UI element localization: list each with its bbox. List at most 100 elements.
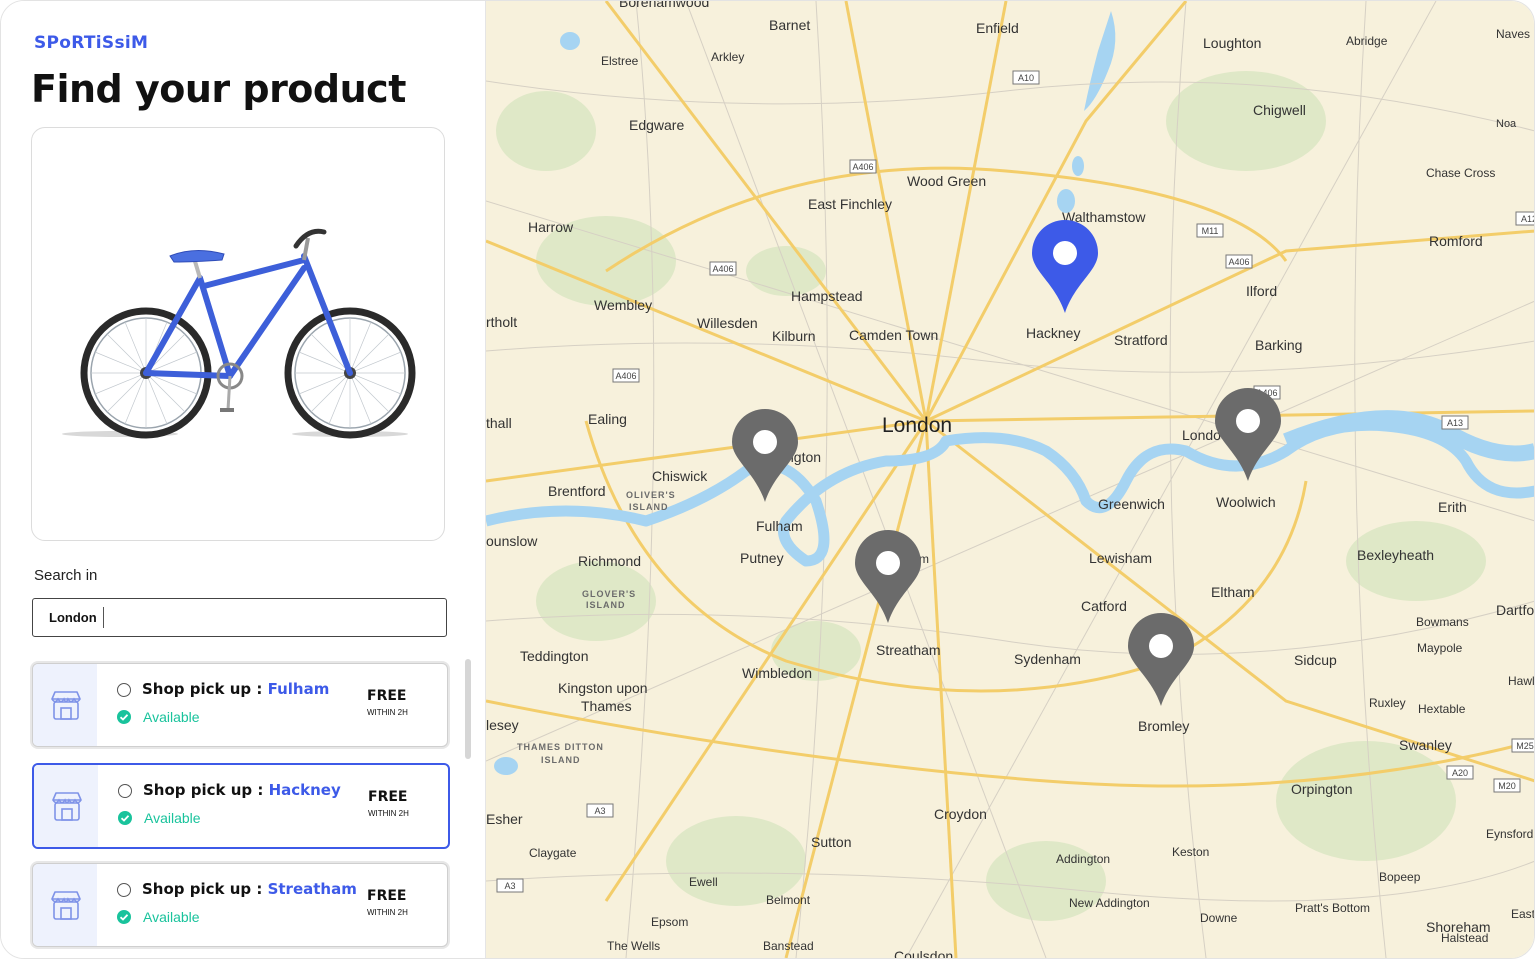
road-shield: M25 <box>1511 738 1534 753</box>
map-place-label: Bromley <box>1138 718 1189 734</box>
svg-text:A20: A20 <box>1452 768 1468 778</box>
shop-city: Fulham <box>267 680 330 698</box>
map-place-label: Coulsdon <box>894 948 953 958</box>
shop-thumbnail <box>33 664 97 746</box>
map-pin-icon[interactable] <box>1032 220 1098 313</box>
map-pin-icon[interactable] <box>732 409 798 502</box>
map-place-label: Banstead <box>763 939 814 953</box>
shop-option-streatham[interactable]: Shop pick up : Streatham Available FREE … <box>32 863 448 947</box>
brand-logo[interactable]: SPoRTiSsiM <box>34 33 148 53</box>
svg-text:A406: A406 <box>1228 257 1249 267</box>
shop-radio-button[interactable] <box>117 883 131 897</box>
map-place-label: Kingston upon <box>558 680 648 696</box>
map-island-label: THAMES DITTON <box>517 742 604 752</box>
map-place-label: Edgware <box>629 117 684 133</box>
map-place-label: Ealing <box>588 411 627 427</box>
map-place-label: Enfield <box>976 20 1019 36</box>
map-place-label: Elstree <box>601 54 639 68</box>
shop-city: Hackney <box>268 781 341 799</box>
svg-text:A406: A406 <box>615 371 636 381</box>
map-place-label: Streatham <box>876 642 941 658</box>
map-place-label: Putney <box>740 550 784 566</box>
storefront-icon <box>51 891 81 920</box>
map-place-label: Ewell <box>689 875 718 889</box>
map-place-label: Downe <box>1200 911 1238 925</box>
map-place-label: Willesden <box>697 315 758 331</box>
shop-radio-button[interactable] <box>117 683 131 697</box>
svg-text:A12: A12 <box>1521 214 1535 224</box>
map-place-label: Hampstead <box>791 288 863 304</box>
map-place-label: Keston <box>1172 845 1209 859</box>
map-place-label: Erith <box>1438 499 1467 515</box>
product-image-card <box>31 127 445 541</box>
map-pin-icon[interactable] <box>855 530 921 623</box>
road-shield: M20 <box>1493 778 1521 793</box>
road-shield: A20 <box>1446 765 1474 780</box>
shop-name: Shop pick up : Streatham <box>142 880 357 898</box>
storefront-icon <box>51 691 81 720</box>
shop-name: Shop pick up : Hackney <box>143 781 341 799</box>
map-place-label: Stratford <box>1114 332 1168 348</box>
map-pin-icon[interactable] <box>1128 613 1194 706</box>
map-place-label: Arkley <box>711 50 744 64</box>
map-place-label: Barking <box>1255 337 1302 353</box>
map-view[interactable]: Borehamwood Barnet Enfield Loughton Abridge N… <box>485 1 1535 958</box>
map-place-label: Hextable <box>1418 702 1466 716</box>
map-place-label: Epsom <box>651 915 688 929</box>
map-canvas[interactable]: Borehamwood Barnet Enfield Loughton Abridge N… <box>486 1 1535 958</box>
map-place-label: The Wells <box>607 939 660 953</box>
map-place-label: Barnet <box>769 17 810 33</box>
map-place-label: Bexleyheath <box>1357 547 1434 563</box>
map-island-label: GLOVER'S <box>582 589 636 599</box>
app-frame: SPoRTiSsiM Find your product Search in L… <box>0 0 1535 959</box>
map-place-label: Noa <box>1496 118 1517 130</box>
map-place-label: East <box>1511 907 1535 921</box>
delivery-time: WITHIN 2H <box>367 708 408 717</box>
check-circle-icon <box>118 811 132 825</box>
map-island-label: ISLAND <box>541 755 581 765</box>
availability-status: Available <box>143 909 200 925</box>
road-shield: M11 <box>1196 223 1224 238</box>
map-place-label: Kilburn <box>772 328 816 344</box>
check-circle-icon <box>117 710 131 724</box>
map-place-label: Bopeep <box>1379 870 1421 884</box>
road-shield: A12 <box>1515 211 1535 226</box>
availability-status: Available <box>144 810 201 826</box>
map-island-label: ISLAND <box>629 502 669 512</box>
shop-city: Streatham <box>267 880 357 898</box>
map-place-label: Swanley <box>1399 737 1452 753</box>
map-place-label: Teddington <box>520 648 589 664</box>
map-place-label: Hawl <box>1508 674 1535 688</box>
road-shield: A406 <box>709 261 737 276</box>
search-input-value[interactable]: London <box>49 610 97 625</box>
svg-text:A10: A10 <box>1018 73 1034 83</box>
map-place-label: Wimbledon <box>742 665 812 681</box>
map-place-label: Borehamwood <box>619 1 709 10</box>
search-input[interactable]: London <box>32 598 447 637</box>
svg-text:A13: A13 <box>1447 418 1463 428</box>
map-place-label: Sutton <box>811 834 851 850</box>
map-place-label: lesey <box>486 717 519 733</box>
map-place-label: Bowmans <box>1416 615 1469 629</box>
storefront-icon <box>52 792 82 821</box>
map-place-label: Naves <box>1496 27 1530 41</box>
road-shield: A13 <box>1441 415 1469 430</box>
map-place-label: Hackney <box>1026 325 1080 341</box>
shop-list-scrollbar[interactable] <box>465 659 471 759</box>
shop-option-hackney[interactable]: Shop pick up : Hackney Available FREE WI… <box>32 763 450 849</box>
map-place-label: Sidcup <box>1294 652 1337 668</box>
river-thames-estuary <box>1283 410 1534 462</box>
map-place-label: rtholt <box>486 314 517 330</box>
map-place-label: Ruxley <box>1369 696 1406 710</box>
bicycle-image <box>62 228 416 439</box>
map-place-label: Chiswick <box>652 468 708 484</box>
map-city-label: London <box>882 414 952 437</box>
map-place-label: Greenwich <box>1098 496 1165 512</box>
map-place-label: Harrow <box>528 219 574 235</box>
shop-option-fulham[interactable]: Shop pick up : Fulham Available FREE WIT… <box>32 663 448 747</box>
map-place-label: Halstead <box>1441 931 1488 945</box>
shop-radio-button[interactable] <box>118 784 132 798</box>
svg-text:M20: M20 <box>1498 781 1516 791</box>
map-place-label: Lewisham <box>1089 550 1152 566</box>
map-place-label: Ilford <box>1246 283 1277 299</box>
